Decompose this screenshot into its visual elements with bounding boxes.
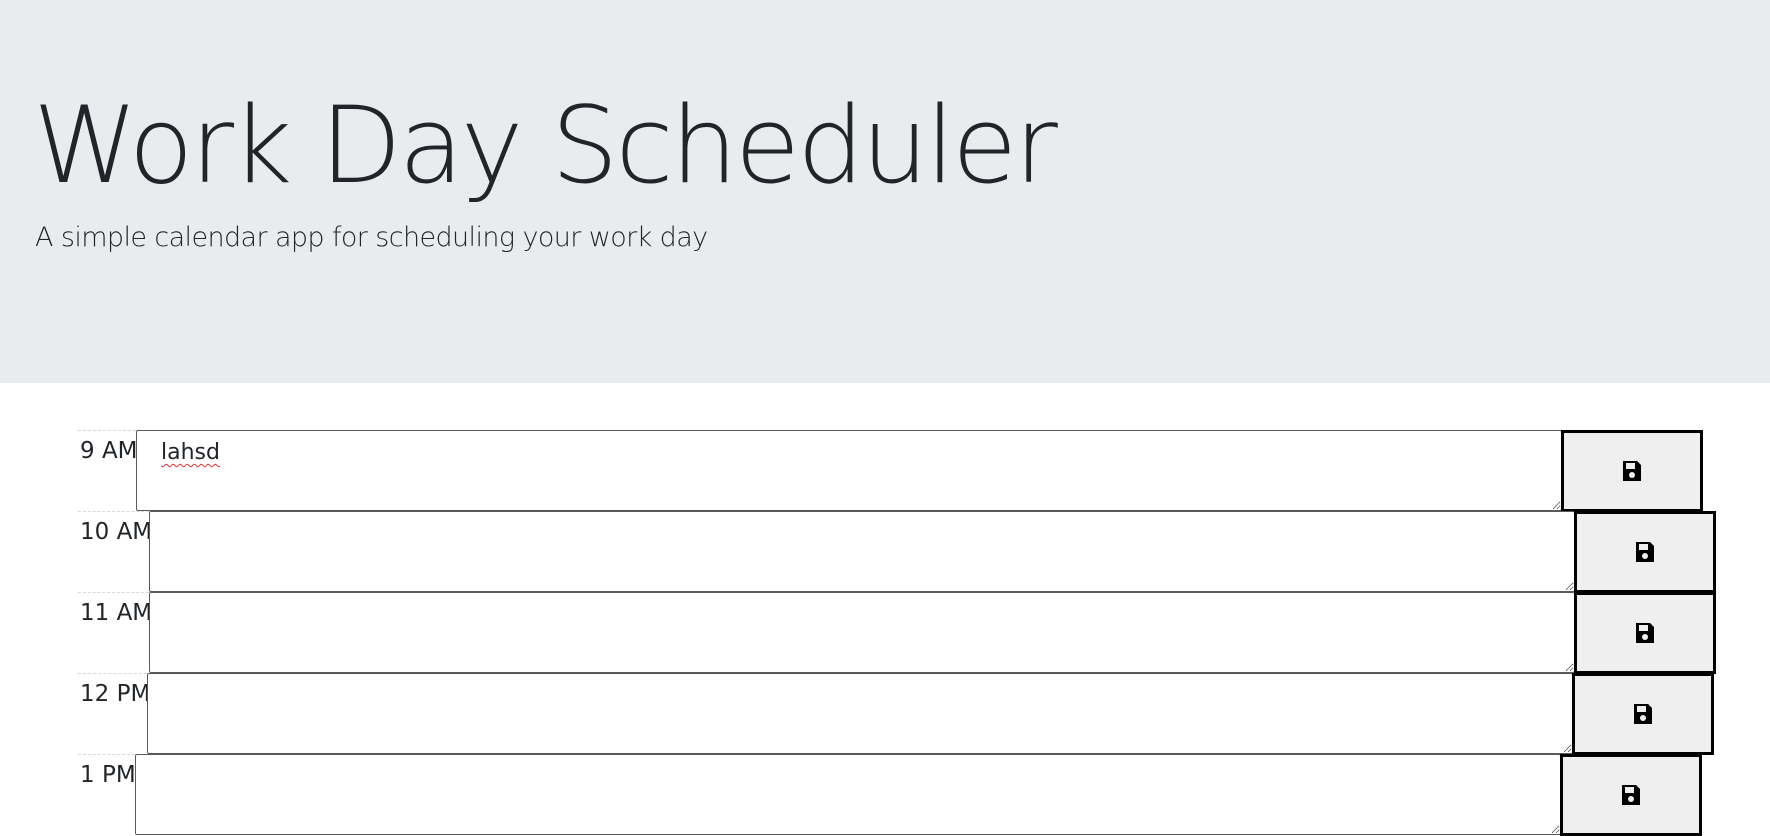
page-title: Work Day Scheduler xyxy=(33,84,1058,207)
save-button[interactable] xyxy=(1561,430,1703,512)
row-divider xyxy=(78,592,149,593)
hour-label: 1 PM xyxy=(80,762,136,788)
hour-label: 9 AM xyxy=(80,438,138,464)
time-block-12pm: 12 PM xyxy=(78,673,1718,755)
hour-label: 10 AM xyxy=(80,519,153,545)
floppy-disk-icon xyxy=(1623,461,1641,481)
row-divider xyxy=(78,673,147,674)
time-block-11am: 11 AM xyxy=(78,592,1718,674)
time-block-9am: 9 AM lahsd xyxy=(78,430,1703,512)
event-description-input[interactable] xyxy=(149,592,1575,673)
floppy-disk-icon xyxy=(1634,704,1652,724)
floppy-disk-icon xyxy=(1636,542,1654,562)
time-block-1pm: 1 PM xyxy=(78,754,1718,836)
save-button[interactable] xyxy=(1574,511,1716,593)
hour-label: 12 PM xyxy=(80,681,151,707)
event-description-input[interactable] xyxy=(149,511,1575,592)
save-button[interactable] xyxy=(1560,754,1702,836)
event-description-input[interactable] xyxy=(147,673,1573,754)
event-description-input[interactable]: lahsd xyxy=(136,430,1562,511)
time-block-10am: 10 AM xyxy=(78,511,1718,593)
save-button[interactable] xyxy=(1574,592,1716,674)
row-divider xyxy=(78,754,135,755)
save-button[interactable] xyxy=(1572,673,1714,755)
row-divider xyxy=(78,430,136,431)
hour-label: 11 AM xyxy=(80,600,153,626)
floppy-disk-icon xyxy=(1622,785,1640,805)
floppy-disk-icon xyxy=(1636,623,1654,643)
row-divider xyxy=(78,511,149,512)
page-subtitle: A simple calendar app for scheduling you… xyxy=(35,222,708,253)
event-description-input[interactable] xyxy=(135,754,1561,835)
jumbotron-header: Work Day Scheduler A simple calendar app… xyxy=(0,0,1770,383)
